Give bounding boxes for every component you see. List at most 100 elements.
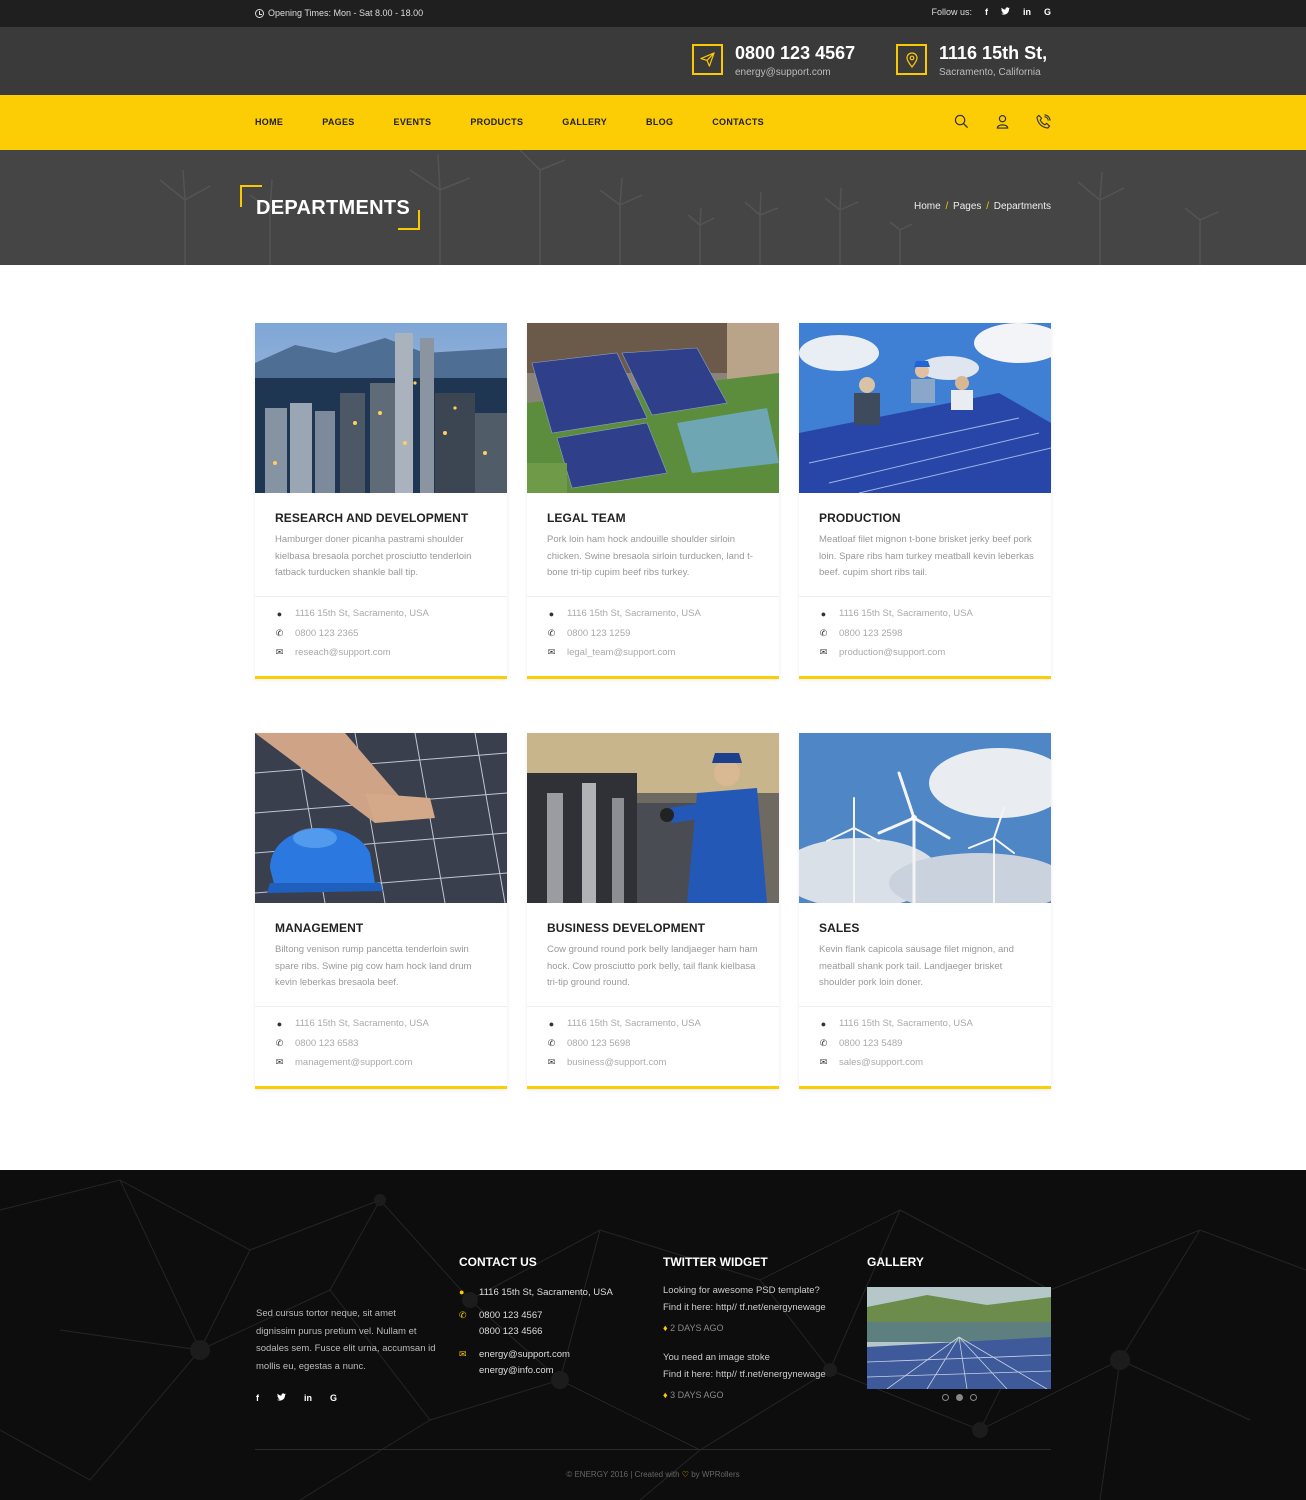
envelope-icon: ✉ xyxy=(275,1057,284,1067)
page-title: DEPARTMENTS xyxy=(256,197,411,219)
follow-us-label: Follow us: xyxy=(931,7,972,17)
gallery-dot[interactable] xyxy=(970,1394,977,1401)
phone-text[interactable]: 0800 123 5698 xyxy=(567,1038,630,1049)
department-card[interactable]: RESEARCH AND DEVELOPMENT Hamburger doner… xyxy=(255,323,507,679)
email-text[interactable]: energy@info.com xyxy=(479,1365,554,1376)
phone-text[interactable]: 0800 123 5489 xyxy=(839,1038,902,1049)
department-address: ● 1116 15th St, Sacramento, USA xyxy=(275,1018,429,1029)
location-pin-icon: ● xyxy=(459,1287,465,1297)
divider xyxy=(255,596,507,597)
search-icon[interactable] xyxy=(954,114,969,134)
divider xyxy=(799,1006,1051,1007)
department-image-industrial-plant xyxy=(255,323,507,493)
envelope-icon: ✉ xyxy=(819,1057,828,1067)
facebook-icon[interactable]: f xyxy=(256,1393,259,1403)
email-text[interactable]: sales@support.com xyxy=(839,1057,923,1068)
department-image-solar-workers xyxy=(799,323,1051,493)
facebook-icon[interactable]: f xyxy=(985,7,988,17)
nav-pages[interactable]: PAGES xyxy=(322,117,354,127)
department-address: ● 1116 15th St, Sacramento, USA xyxy=(819,1018,973,1029)
department-card[interactable]: MANAGEMENT Biltong venison rump pancetta… xyxy=(255,733,507,1089)
breadcrumb-current: Departments xyxy=(993,201,1051,212)
department-address: ● 1116 15th St, Sacramento, USA xyxy=(547,608,701,619)
department-title[interactable]: LEGAL TEAM xyxy=(547,511,626,525)
phone-text[interactable]: 0800 123 2598 xyxy=(839,628,902,639)
envelope-icon: ✉ xyxy=(547,1057,556,1067)
location-pin-icon xyxy=(896,44,927,75)
department-title[interactable]: SALES xyxy=(819,921,860,935)
location-pin-icon: ● xyxy=(820,1018,827,1029)
header-phone[interactable]: 0800 123 4567 xyxy=(735,44,855,62)
footer-divider xyxy=(255,1449,1051,1450)
twitter-icon: ♦ xyxy=(663,1390,668,1400)
nav-blog[interactable]: BLOG xyxy=(646,117,673,127)
phone-icon[interactable] xyxy=(1036,114,1051,134)
footer-emails: ✉ energy@support.com energy@info.com xyxy=(459,1347,570,1378)
twitter-icon[interactable] xyxy=(277,1393,286,1403)
phone-icon: ✆ xyxy=(547,628,556,638)
envelope-icon: ✉ xyxy=(547,647,556,657)
user-icon[interactable] xyxy=(995,114,1010,134)
department-phone: ✆ 0800 123 5698 xyxy=(547,1038,631,1049)
breadcrumb-pages[interactable]: Pages xyxy=(953,201,981,212)
google-icon[interactable]: G xyxy=(1044,7,1051,17)
address-text: 1116 15th St, Sacramento, USA xyxy=(567,1018,701,1029)
nav-gallery[interactable]: GALLERY xyxy=(562,117,607,127)
department-title[interactable]: PRODUCTION xyxy=(819,511,901,525)
opening-times: Opening Times: Mon - Sat 8.00 - 18.00 xyxy=(255,8,423,18)
email-text[interactable]: energy@support.com xyxy=(479,1349,570,1360)
email-text[interactable]: legal_team@support.com xyxy=(567,647,675,658)
department-phone: ✆ 0800 123 2365 xyxy=(275,628,359,639)
department-email: ✉ legal_team@support.com xyxy=(547,647,676,658)
phone-text[interactable]: 0800 123 1259 xyxy=(567,628,630,639)
phone-text[interactable]: 0800 123 4567 xyxy=(479,1310,542,1321)
email-text[interactable]: production@support.com xyxy=(839,647,945,658)
main-nav: HOME PAGES EVENTS PRODUCTS GALLERY BLOG … xyxy=(0,95,1306,150)
clock-icon xyxy=(255,8,264,18)
gallery-image[interactable] xyxy=(867,1287,1051,1389)
linkedin-icon[interactable]: in xyxy=(304,1393,312,1403)
department-card[interactable]: SALES Kevin flank capicola sausage filet… xyxy=(799,733,1051,1089)
nav-home[interactable]: HOME xyxy=(255,117,283,127)
department-address: ● 1116 15th St, Sacramento, USA xyxy=(547,1018,701,1029)
envelope-icon: ✉ xyxy=(275,647,284,657)
twitter-icon: ♦ xyxy=(663,1323,668,1333)
department-title[interactable]: BUSINESS DEVELOPMENT xyxy=(547,921,705,935)
copyright-author[interactable]: by WPRollers xyxy=(691,1470,739,1479)
twitter-icon[interactable] xyxy=(1000,7,1010,17)
nav-products[interactable]: PRODUCTS xyxy=(470,117,523,127)
phone-icon: ✆ xyxy=(275,628,284,638)
phone-text[interactable]: 0800 123 6583 xyxy=(295,1038,358,1049)
gallery-dot[interactable] xyxy=(942,1394,949,1401)
gallery-dot-active[interactable] xyxy=(956,1394,963,1401)
department-description: Hamburger doner picanha pastrami shoulde… xyxy=(275,534,472,578)
linkedin-icon[interactable]: in xyxy=(1023,7,1031,17)
department-address: ● 1116 15th St, Sacramento, USA xyxy=(275,608,429,619)
email-text[interactable]: management@support.com xyxy=(295,1057,412,1068)
tweet-link[interactable]: Find it here: http// tf.net/energynewage xyxy=(663,1367,826,1384)
location-pin-icon: ● xyxy=(548,608,555,619)
tweet-link[interactable]: Find it here: http// tf.net/energynewage xyxy=(663,1300,826,1317)
location-pin-icon: ● xyxy=(276,1018,283,1029)
address-text: 1116 15th St, Sacramento, USA xyxy=(839,608,973,619)
department-email: ✉ sales@support.com xyxy=(819,1057,923,1068)
department-title[interactable]: RESEARCH AND DEVELOPMENT xyxy=(275,511,468,525)
google-icon[interactable]: G xyxy=(330,1393,337,1403)
nav-events[interactable]: EVENTS xyxy=(394,117,432,127)
breadcrumb-separator: / xyxy=(945,201,949,212)
department-title[interactable]: MANAGEMENT xyxy=(275,921,363,935)
department-card[interactable]: BUSINESS DEVELOPMENT Cow ground round po… xyxy=(527,733,779,1089)
department-card[interactable]: LEGAL TEAM Pork loin ham hock andouille … xyxy=(527,323,779,679)
phone-icon: ✆ xyxy=(275,1038,284,1048)
department-card[interactable]: PRODUCTION Meatloaf filet mignon t-bone … xyxy=(799,323,1051,679)
breadcrumb-home[interactable]: Home xyxy=(914,201,941,212)
header-email[interactable]: energy@support.com xyxy=(735,67,855,78)
department-address: ● 1116 15th St, Sacramento, USA xyxy=(819,608,973,619)
nav-contacts[interactable]: CONTACTS xyxy=(712,117,764,127)
email-text[interactable]: business@support.com xyxy=(567,1057,666,1068)
phone-text[interactable]: 0800 123 4566 xyxy=(479,1326,542,1337)
email-text[interactable]: reseach@support.com xyxy=(295,647,391,658)
phone-text[interactable]: 0800 123 2365 xyxy=(295,628,358,639)
department-email: ✉ reseach@support.com xyxy=(275,647,391,658)
header-address-block: 1116 15th St, Sacramento, California xyxy=(896,44,1047,78)
